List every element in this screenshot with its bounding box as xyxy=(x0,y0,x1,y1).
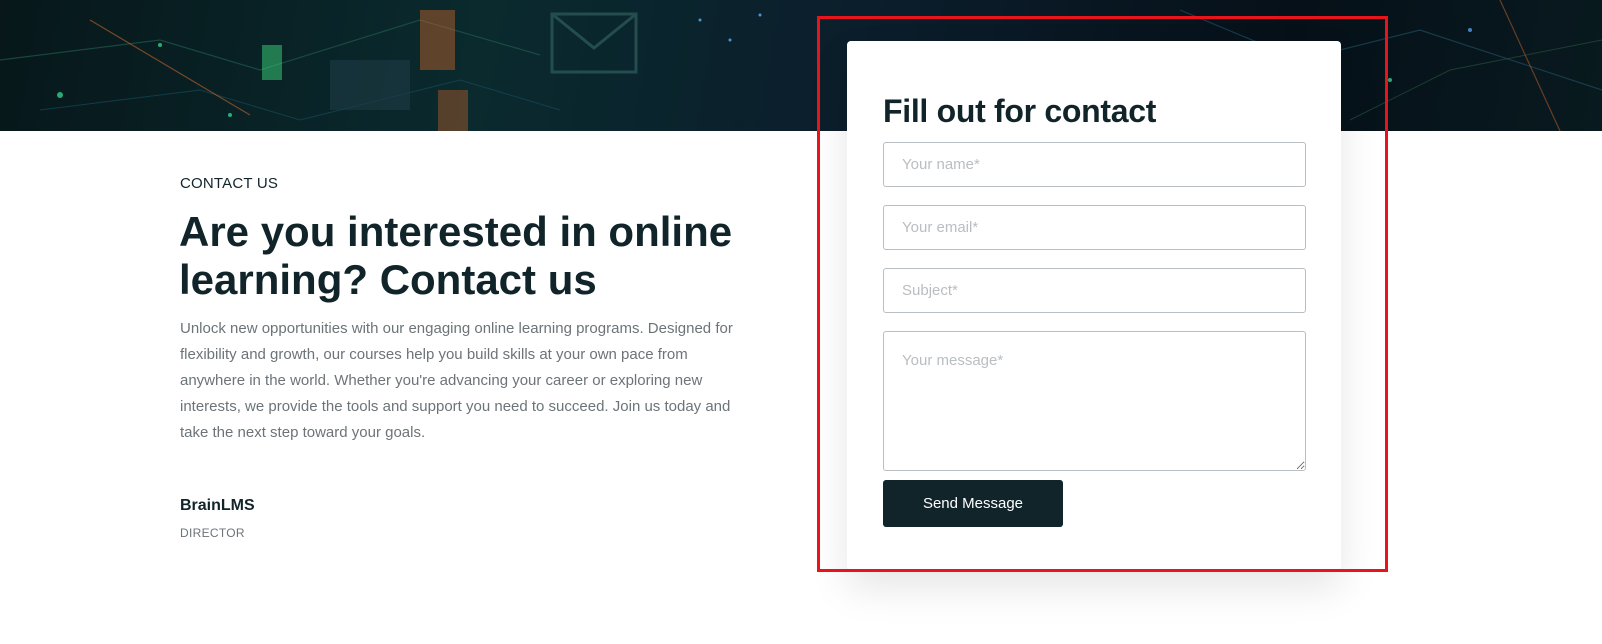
hero-circuit-graphic xyxy=(0,0,1602,131)
envelope-icon xyxy=(550,12,638,74)
hero-banner xyxy=(0,0,1602,131)
intro-paragraph: Unlock new opportunities with our engagi… xyxy=(180,320,733,441)
contact-form: Fill out for contact Send Message xyxy=(847,41,1341,570)
signature-role: DIRECTOR xyxy=(180,526,245,540)
email-field[interactable] xyxy=(883,205,1306,250)
section-eyebrow: CONTACT US xyxy=(180,175,279,192)
message-field[interactable] xyxy=(883,331,1306,471)
send-message-button[interactable]: Send Message xyxy=(883,480,1063,527)
name-field[interactable] xyxy=(883,142,1306,187)
subject-field[interactable] xyxy=(883,268,1306,313)
signature-name: BrainLMS xyxy=(180,497,255,514)
form-title: Fill out for contact xyxy=(883,93,1157,129)
page-headline: Are you interested in online learning? C… xyxy=(179,208,733,303)
